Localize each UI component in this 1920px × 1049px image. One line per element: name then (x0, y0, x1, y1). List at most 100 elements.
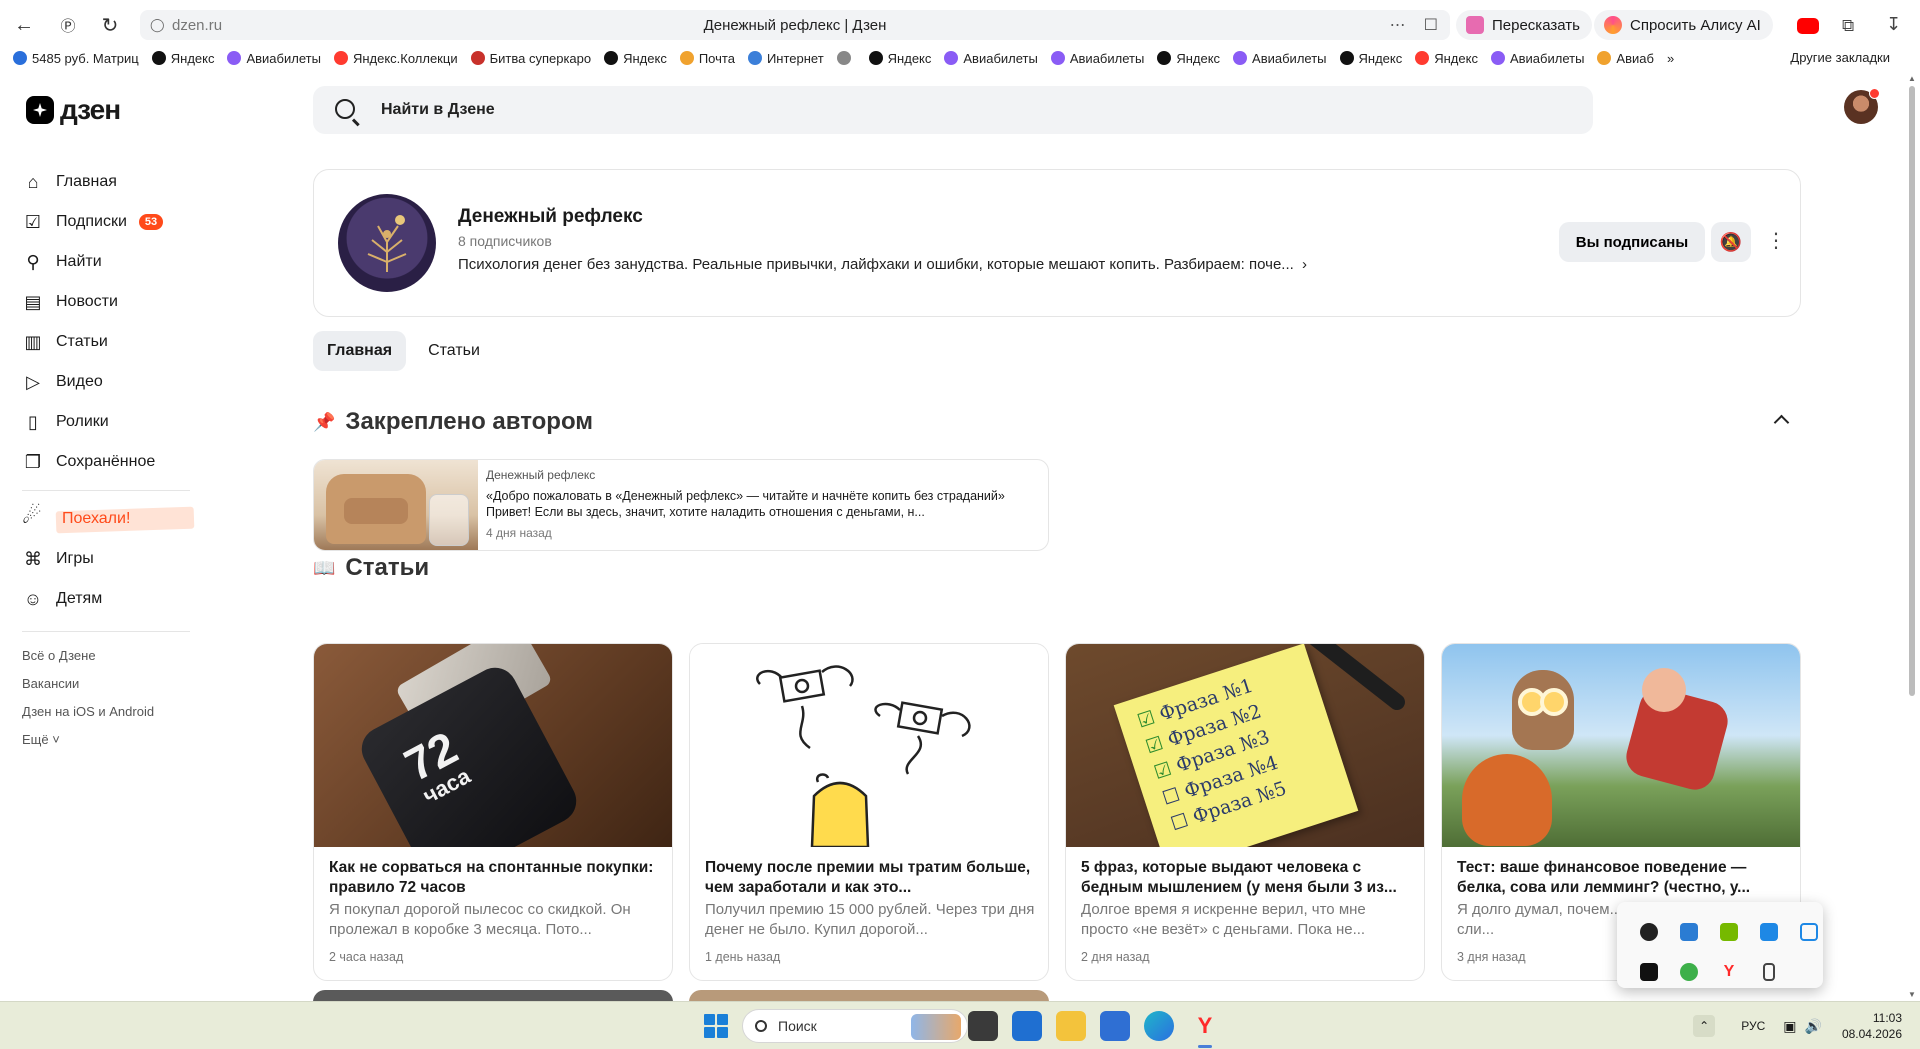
back-icon[interactable]: ← (6, 9, 42, 41)
tab-main[interactable]: Главная (313, 331, 407, 371)
usb-device-icon[interactable] (1749, 952, 1789, 992)
article-image-flying-money (690, 644, 1048, 847)
bookmark-item[interactable]: Яндекс (868, 51, 931, 66)
nvidia-icon[interactable] (1709, 912, 1749, 952)
article-card[interactable]: Почему после премии мы тратим больше, че… (689, 643, 1049, 981)
bookmark-item[interactable]: Авиабилеты (944, 51, 1038, 66)
sidebar-item[interactable]: ▯ Ролики (22, 402, 192, 442)
bookmark-item[interactable]: Битва суперкаро (470, 51, 591, 66)
sidebar-item[interactable]: ☑ Подписки 53 (22, 202, 192, 242)
downloads-icon[interactable]: ↧ (1886, 14, 1901, 35)
scroll-thumb[interactable] (1909, 86, 1915, 696)
outlook-icon[interactable] (1012, 1011, 1042, 1041)
file-explorer-icon[interactable] (1056, 1011, 1086, 1041)
ask-alice-button[interactable]: Спросить Алису AI (1594, 10, 1773, 40)
more-options-icon[interactable]: ⋮ (1766, 230, 1786, 254)
more-bookmarks-icon[interactable]: » (1667, 51, 1674, 66)
channel-description[interactable]: Психология денег без занудства. Реальные… (458, 256, 1307, 273)
promo-item[interactable]: ☄ Поехали! (22, 499, 195, 539)
user-avatar[interactable] (1844, 88, 1880, 124)
bookmark-item[interactable] (836, 51, 856, 65)
bookmark-item[interactable]: Яндекс (1339, 51, 1402, 66)
start-button[interactable] (704, 1014, 728, 1038)
sidebar-item[interactable]: ▤ Новости (22, 282, 192, 322)
collections-icon[interactable]: ⧉ (1842, 16, 1854, 36)
scroll-up-icon[interactable]: ▲ (1908, 74, 1916, 83)
bookmark-item[interactable]: Почта (679, 51, 735, 66)
retell-button[interactable]: Пересказать (1456, 10, 1592, 40)
pinned-article-card[interactable]: Денежный рефлекс «Добро пожаловать в «Де… (313, 459, 1049, 551)
bookmark-favicon-icon (679, 51, 694, 65)
edge-icon[interactable] (1144, 1011, 1174, 1041)
bookmark-item[interactable]: Яндекс (151, 51, 214, 66)
sidebar-item-label: Детям (56, 590, 103, 607)
language-indicator[interactable]: РУС (1741, 1019, 1765, 1033)
yandex-icon[interactable]: Y (1709, 952, 1749, 992)
clock[interactable]: 11:03 08.04.2026 (1842, 1010, 1902, 1042)
update-icon[interactable] (1669, 952, 1709, 992)
bookmark-item[interactable]: Авиабилеты (1233, 51, 1327, 66)
bookmark-favicon-icon (747, 51, 762, 65)
system-tray: ⌃ РУС ▣ 🔊 11:03 08.04.2026 (1693, 1002, 1920, 1049)
gamepad-icon: ⌘ (24, 548, 42, 569)
chevron-up-icon[interactable] (1772, 410, 1792, 430)
bookmark-page-icon[interactable]: ☐ (1424, 15, 1438, 35)
notifications-off-button[interactable]: 🔕 (1711, 222, 1751, 262)
sidebar-item[interactable]: ⌂ Главная (22, 162, 192, 202)
terminal-icon[interactable] (1629, 952, 1669, 992)
bookmark-item[interactable]: 5485 руб. Матриц (13, 51, 139, 66)
bookmark-item[interactable]: Авиабилеты (1050, 51, 1144, 66)
yandex-browser-icon[interactable]: Y (1190, 1011, 1220, 1041)
sidebar-item[interactable]: ❐ Сохранённое (22, 442, 192, 482)
chevron-up-icon[interactable]: ⌃ (1693, 1015, 1716, 1037)
network-icon[interactable]: ▣ (1783, 1018, 1796, 1035)
sidebar-item[interactable]: ⚲ Найти (22, 242, 192, 282)
store-icon[interactable] (1100, 1011, 1130, 1041)
bookmark-icon: ❐ (24, 451, 42, 472)
bookmark-item[interactable]: Интернет (747, 51, 824, 66)
bookmark-item[interactable]: Авиаб (1597, 51, 1654, 66)
footer-link[interactable]: Вакансии (22, 670, 192, 698)
sputnik-icon: ☄ (22, 503, 42, 528)
youtube-icon[interactable] (1797, 18, 1819, 34)
bookmark-label: Авиаб (1616, 50, 1654, 66)
yandex-home-icon[interactable]: Ⓟ (50, 9, 86, 41)
bookmark-favicon-icon (1597, 51, 1612, 65)
task-view-icon[interactable] (968, 1011, 998, 1041)
subscribed-button[interactable]: Вы подписаны (1559, 222, 1705, 262)
sidebar-item[interactable]: ☺ Детям (22, 579, 192, 619)
article-card[interactable]: 72 часа Как не сорваться на спонтанные п… (313, 643, 673, 981)
scroll-down-icon[interactable]: ▼ (1908, 990, 1916, 999)
monitor-icon[interactable] (1749, 912, 1789, 952)
channel-avatar[interactable] (338, 194, 436, 292)
bookmark-item[interactable]: Яндекс (604, 51, 667, 66)
channel-name[interactable]: Денежный рефлекс (458, 206, 643, 228)
bookmark-item[interactable]: Авиабилеты (1490, 51, 1584, 66)
sidebar-item[interactable]: ⌘ Игры (22, 539, 192, 579)
snipping-icon[interactable] (1789, 912, 1829, 952)
bing-icon[interactable] (1669, 912, 1709, 952)
tray-app-icon-1[interactable] (1629, 912, 1669, 952)
page-scrollbar[interactable]: ▲ ▼ (1904, 72, 1920, 1001)
page-title-top: Денежный рефлекс | Дзен (703, 16, 887, 34)
footer-link[interactable]: Ещё ˅ (22, 726, 192, 754)
footer-link[interactable]: Всё о Дзене (22, 642, 192, 670)
bookmark-item[interactable]: Яндекс (1415, 51, 1478, 66)
bookmark-item[interactable]: Яндекс.Коллекци (333, 51, 458, 66)
more-dots-icon[interactable]: ⋯ (1390, 15, 1406, 35)
address-field[interactable]: ◯ dzen.ru Денежный рефлекс | Дзен ⋯ ☐ (140, 10, 1450, 40)
taskbar-search[interactable]: Поиск (742, 1009, 968, 1043)
pinned-source: Денежный рефлекс (486, 468, 596, 482)
article-card[interactable]: ☑ Фраза №1 ☑ Фраза №2 ☑ Фраза №3 ☐ Фраза №4… (1065, 643, 1425, 981)
bookmark-item[interactable]: Авиабилеты (227, 51, 321, 66)
sidebar-item[interactable]: ▥ Статьи (22, 322, 192, 362)
footer-link[interactable]: Дзен на iOS и Android (22, 698, 192, 726)
tab-articles[interactable]: Статьи (414, 331, 494, 371)
sidebar-item[interactable]: ▷ Видео (22, 362, 192, 402)
other-bookmarks[interactable]: Другие закладки (1790, 50, 1890, 65)
bookmark-item[interactable]: Яндекс (1157, 51, 1220, 66)
volume-icon[interactable]: 🔊 (1805, 1018, 1822, 1035)
dzen-logo[interactable]: дзен (26, 94, 121, 126)
reload-icon[interactable]: ↻ (92, 9, 128, 41)
search-input[interactable]: Найти в Дзене (313, 86, 1593, 134)
